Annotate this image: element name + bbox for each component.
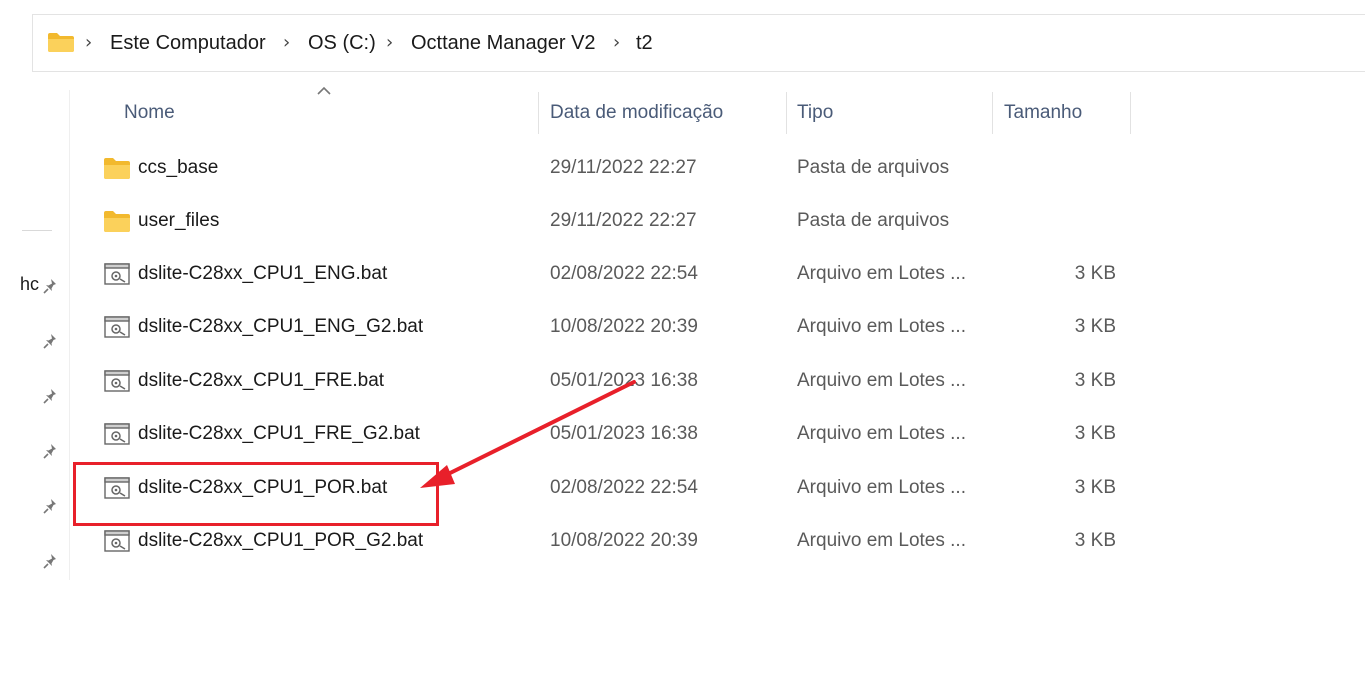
file-row[interactable]: dslite-C28xx_CPU1_FRE_G2.bat 05/01/2023 … — [0, 409, 1365, 462]
file-name[interactable]: dslite-C28xx_CPU1_POR.bat — [138, 477, 387, 499]
breadcrumb-octtane-manager[interactable]: Octtane Manager V2 — [411, 32, 596, 55]
file-type: Arquivo em Lotes ... — [797, 263, 966, 284]
file-name[interactable]: dslite-C28xx_CPU1_ENG.bat — [138, 263, 387, 285]
chevron-right-icon: › — [613, 32, 621, 53]
column-header-type[interactable]: Tipo — [797, 102, 833, 124]
file-name[interactable]: dslite-C28xx_CPU1_FRE.bat — [138, 370, 384, 392]
file-name[interactable]: ccs_base — [138, 157, 218, 179]
file-type: Arquivo em Lotes ... — [797, 530, 966, 551]
column-divider[interactable] — [992, 92, 993, 134]
file-date: 05/01/2023 16:38 — [550, 370, 698, 391]
file-size: 3 KB — [1074, 477, 1116, 498]
batch-file-icon — [104, 423, 130, 445]
folder-icon — [48, 33, 74, 52]
folder-icon — [104, 211, 130, 232]
address-bar[interactable]: › Este Computador › OS (C:) › Octtane Ma… — [32, 14, 1365, 72]
column-divider[interactable] — [786, 92, 787, 134]
file-date: 10/08/2022 20:39 — [550, 316, 698, 337]
column-header-name[interactable]: Nome — [124, 102, 175, 124]
file-name[interactable]: dslite-C28xx_CPU1_FRE_G2.bat — [138, 423, 420, 445]
file-row[interactable]: dslite-C28xx_CPU1_POR.bat 02/08/2022 22:… — [0, 463, 1365, 516]
column-divider[interactable] — [538, 92, 539, 134]
file-type: Pasta de arquivos — [797, 157, 950, 178]
file-row[interactable]: dslite-C28xx_CPU1_ENG.bat 02/08/2022 22:… — [0, 249, 1365, 302]
batch-file-icon — [104, 477, 130, 499]
file-type: Arquivo em Lotes ... — [797, 477, 966, 498]
batch-file-icon — [104, 370, 130, 392]
file-date: 29/11/2022 22:27 — [550, 157, 697, 178]
file-row[interactable]: dslite-C28xx_CPU1_POR_G2.bat 10/08/2022 … — [0, 516, 1365, 569]
file-date: 29/11/2022 22:27 — [550, 210, 697, 231]
breadcrumb-t2[interactable]: t2 — [636, 32, 653, 55]
chevron-right-icon: › — [283, 32, 291, 53]
column-divider[interactable] — [1130, 92, 1131, 134]
file-row[interactable]: user_files 29/11/2022 22:27 Pasta de arq… — [0, 196, 1365, 249]
file-name[interactable]: dslite-C28xx_CPU1_ENG_G2.bat — [138, 316, 423, 338]
file-size: 3 KB — [1074, 316, 1116, 337]
file-name[interactable]: dslite-C28xx_CPU1_POR_G2.bat — [138, 530, 423, 552]
batch-file-icon — [104, 263, 130, 285]
file-date: 05/01/2023 16:38 — [550, 423, 698, 444]
column-header-date[interactable]: Data de modificação — [550, 102, 723, 124]
file-type: Arquivo em Lotes ... — [797, 423, 966, 444]
column-header-size[interactable]: Tamanho — [1004, 102, 1082, 124]
chevron-right-icon: › — [85, 32, 93, 53]
file-type: Arquivo em Lotes ... — [797, 370, 966, 391]
file-size: 3 KB — [1074, 423, 1116, 444]
batch-file-icon — [104, 316, 130, 338]
file-row[interactable]: ccs_base 29/11/2022 22:27 Pasta de arqui… — [0, 143, 1365, 196]
folder-icon — [104, 158, 130, 179]
file-explorer-window: › Este Computador › OS (C:) › Octtane Ma… — [0, 0, 1365, 682]
file-type: Arquivo em Lotes ... — [797, 316, 966, 337]
file-name[interactable]: user_files — [138, 210, 219, 232]
batch-file-icon — [104, 530, 130, 552]
file-date: 02/08/2022 22:54 — [550, 477, 698, 498]
file-date: 10/08/2022 20:39 — [550, 530, 698, 551]
file-row[interactable]: dslite-C28xx_CPU1_FRE.bat 05/01/2023 16:… — [0, 356, 1365, 409]
file-size: 3 KB — [1074, 530, 1116, 551]
breadcrumb-os-c[interactable]: OS (C:) — [308, 32, 376, 55]
file-size: 3 KB — [1074, 370, 1116, 391]
breadcrumb-este-computador[interactable]: Este Computador — [110, 32, 266, 55]
file-type: Pasta de arquivos — [797, 210, 950, 231]
sort-ascending-icon — [317, 86, 331, 95]
file-date: 02/08/2022 22:54 — [550, 263, 698, 284]
chevron-right-icon: › — [386, 32, 394, 53]
file-row[interactable]: dslite-C28xx_CPU1_ENG_G2.bat 10/08/2022 … — [0, 302, 1365, 355]
file-size: 3 KB — [1074, 263, 1116, 284]
